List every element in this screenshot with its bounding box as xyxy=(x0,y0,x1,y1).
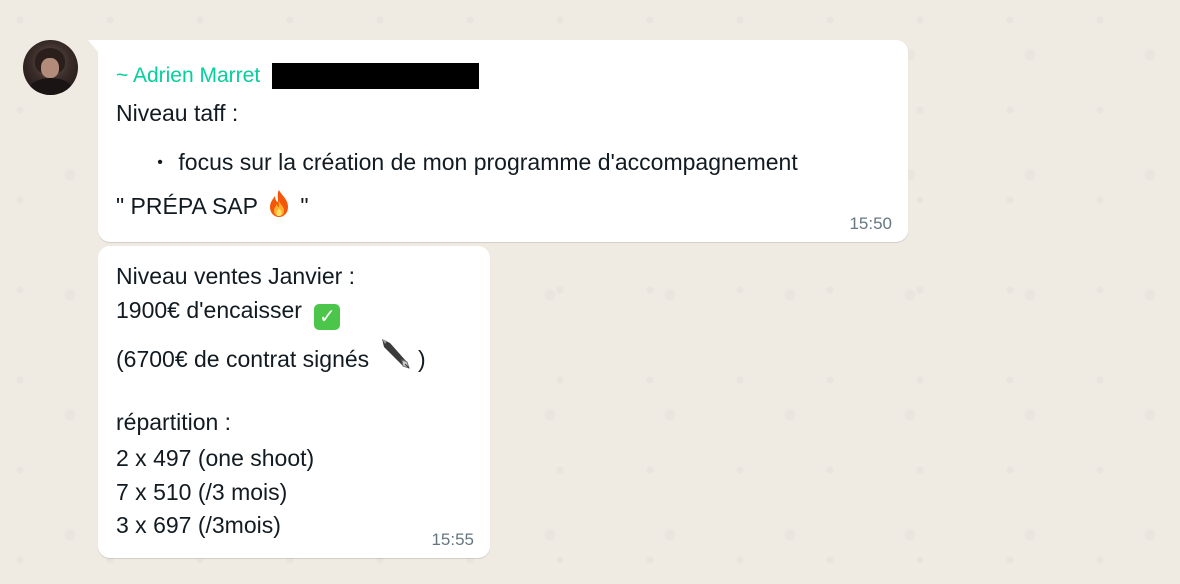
message-timestamp: 15:55 xyxy=(431,530,474,549)
message-line: " PRÉPA SAP " xyxy=(116,188,309,225)
sender-avatar[interactable] xyxy=(23,40,78,95)
message-line: Niveau taff : xyxy=(116,100,239,126)
message-line: 3 x 697 (/3mois) xyxy=(116,512,281,538)
message-text: " PRÉPA SAP xyxy=(116,193,264,219)
bullet-line: • focus sur la création de mon programme… xyxy=(148,147,798,178)
message-bubble-1[interactable]: ~ Adrien Marret Niveau taff : • focus su… xyxy=(88,40,908,242)
check-mark-button-icon: ✓ xyxy=(314,304,341,330)
message-timestamp: 15:50 xyxy=(849,214,892,233)
fountain-pen-icon xyxy=(376,335,412,378)
message-text: (6700€ de contrat signés xyxy=(116,346,376,372)
message-line: (6700€ de contrat signés ) xyxy=(116,335,426,378)
bullet-icon: • xyxy=(157,154,163,171)
bullet-text: focus sur la création de mon programme d… xyxy=(178,149,798,175)
message-line: 2 x 497 (one shoot) xyxy=(116,445,315,471)
fire-emoji-icon xyxy=(264,188,294,225)
bubble-tail xyxy=(88,40,98,52)
avatar-shoulders xyxy=(29,78,73,95)
message-line: 1900€ d'encaisser ✓ xyxy=(116,295,341,330)
message-line: Niveau ventes Janvier : xyxy=(116,263,356,289)
message-line: 7 x 510 (/3 mois) xyxy=(116,479,288,505)
message-line: répartition : xyxy=(116,409,232,435)
sender-row: ~ Adrien Marret xyxy=(116,62,480,90)
avatar-face xyxy=(41,58,59,78)
message-text: ) xyxy=(417,346,426,372)
sender-name[interactable]: ~ Adrien Marret xyxy=(116,64,260,88)
message-text: 1900€ d'encaisser xyxy=(116,297,309,323)
message-bubble-2[interactable]: Niveau ventes Janvier : 1900€ d'encaisse… xyxy=(98,246,490,558)
redacted-phone-number xyxy=(272,63,480,89)
message-text: " xyxy=(300,193,309,219)
